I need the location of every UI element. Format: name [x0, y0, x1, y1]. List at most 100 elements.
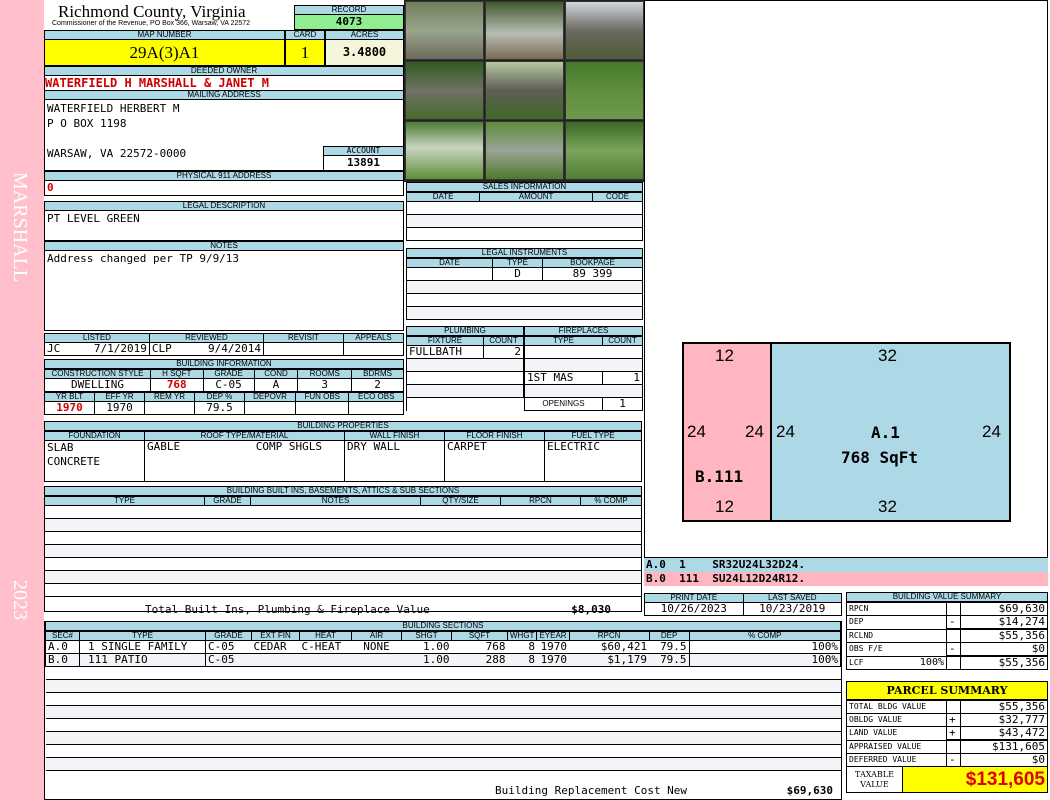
roof-material: COMP SHGLS	[255, 440, 322, 453]
rpcn-value: $69,630	[960, 602, 1048, 616]
section-air: NONE	[351, 640, 402, 654]
owner-section: DEEDED OWNER WATERFIELD H MARSHALL & JAN…	[44, 66, 404, 331]
section-sec: B.0	[45, 653, 80, 667]
section-sec: A.0	[45, 640, 80, 654]
section-whgt: 8	[507, 653, 537, 667]
openings-label: OPENINGS	[524, 397, 603, 411]
openings-value: 1	[602, 397, 643, 411]
mailing-line2: P O BOX 1198	[47, 117, 127, 130]
legal-label: LEGAL DESCRIPTION	[44, 201, 404, 211]
fixture-count: 2	[483, 345, 524, 359]
fixture: FULLBATH	[406, 345, 484, 359]
section-sqft: 288	[451, 653, 508, 667]
appraised-value: $131,605	[960, 739, 1048, 754]
obldg-label: OBLDG VALUE	[846, 713, 947, 727]
legend-code: 111	[679, 572, 699, 585]
rclnd-value: $55,356	[960, 628, 1048, 643]
mailing-line1: WATERFIELD HERBERT M	[47, 102, 180, 115]
property-photo[interactable]	[485, 61, 564, 120]
plumbing-label: PLUMBING	[406, 326, 524, 336]
land-label: LAND VALUE	[846, 726, 947, 741]
property-photo[interactable]	[565, 1, 644, 60]
taxable-row: TAXABLE VALUE $131,605	[846, 767, 1048, 793]
rem-year	[144, 401, 195, 415]
year-side-label: 2023	[9, 580, 31, 620]
legend-row-b: B.0 111 SU24L12D24R12.	[644, 572, 1048, 586]
value-summary-label: BUILDING VALUE SUMMARY	[846, 592, 1048, 602]
side-strip: MARSHALL 2023	[0, 0, 44, 800]
appeals-value	[343, 342, 404, 356]
sketch-area[interactable]: 12 24 24 B.111 12 32 24 24 A.1 768 SqFt …	[644, 0, 1048, 558]
appeals-label: APPEALS	[343, 333, 404, 343]
owner-label: DEEDED OWNER	[44, 66, 404, 76]
account-value: 13891	[323, 156, 404, 171]
sketch-area-a: 768 SqFt	[841, 448, 919, 467]
built-ins: BUILDING BUILT INS, BASEMENTS, ATTICS & …	[44, 486, 642, 616]
sketch-legend: A.0 1 SR32U24L32D24. B.0 111 SU24L12D24R…	[644, 558, 1048, 586]
property-photo[interactable]	[485, 1, 564, 60]
section-ext-fin: CEDAR	[251, 640, 300, 654]
fireplaces-label: FIREPLACES	[524, 326, 643, 336]
section-row: A.0 1 SINGLE FAMILY C-05 CEDAR C-HEAT NONE 1.0…	[45, 640, 842, 654]
mailing-line3: WARSAW, VA 22572-0000	[47, 147, 187, 160]
section-comp: 100%	[688, 653, 842, 667]
wall-finish: DRY WALL	[344, 440, 445, 482]
dep-pct: 79.5	[194, 401, 245, 415]
plumbing: PLUMBING FIXTURE COUNT FULLBATH 2	[406, 326, 524, 411]
legend-path: SR32U24L32D24.	[712, 558, 805, 571]
property-photo[interactable]	[405, 61, 484, 120]
section-heat	[299, 653, 352, 667]
th-code: CODE	[592, 192, 643, 202]
section-row: B.0 111 PATIO C-05 1.00 288 8 1970 $1,179 79.5 10…	[45, 653, 842, 667]
fireplaces: FIREPLACES TYPE COUNT 1ST MAS 1 OPENINGS 1	[524, 326, 643, 411]
th-fp-count: COUNT	[602, 336, 643, 346]
card-number: 1	[285, 40, 325, 66]
th-depovr: DEPOVR	[243, 392, 297, 402]
th-type: TYPE	[44, 496, 205, 506]
property-photo[interactable]	[405, 1, 484, 60]
year-built: 1970	[44, 401, 95, 415]
map-row: MAP NUMBER 29A(3)A1 CARD 1 ACRES 3.4800	[44, 30, 404, 66]
legal-value: PT LEVEL GREEN	[44, 211, 404, 241]
sales-info: SALES INFORMATION DATE AMOUNT CODE	[405, 182, 643, 241]
th-amount: AMOUNT	[479, 192, 593, 202]
section-row	[45, 679, 841, 693]
lcf-value: $55,356	[960, 655, 1048, 670]
grade: C-05	[202, 378, 255, 392]
deferred-label: DEFERRED VALUE	[846, 753, 947, 767]
dep-sign: -	[946, 615, 961, 630]
county-title: Richmond County, Virginia	[58, 2, 246, 21]
reviewed-by: CLP	[148, 342, 184, 356]
record-value: 4073	[294, 15, 404, 30]
obldg-value: $32,777	[960, 713, 1048, 727]
lcf-label: LCF	[849, 657, 864, 667]
last-saved: 10/23/2019	[742, 602, 842, 616]
building-sections: BUILDING SECTIONS SEC# TYPE GRADE EXT FIN HE…	[44, 621, 842, 800]
property-photo[interactable]	[565, 61, 644, 120]
property-photo[interactable]	[405, 121, 484, 180]
section-eyear: 1970	[536, 653, 570, 667]
section-row	[45, 744, 841, 758]
property-photo[interactable]	[565, 121, 644, 180]
county-subtitle: Commissioner of the Revenue, PO Box 366,…	[52, 20, 251, 27]
section-air	[351, 653, 402, 667]
condition: A	[253, 378, 299, 392]
listing-table: LISTED REVIEWED REVISIT APPEALS JC 7/1/2019 C…	[44, 333, 404, 356]
fun-obs	[295, 401, 350, 415]
map-label: MAP NUMBER	[44, 30, 285, 40]
revisit-value	[263, 342, 344, 356]
dim-a-bottom: 32	[878, 497, 897, 516]
building-info: BUILDING INFORMATION CONSTRUCTION STYLE H…	[44, 359, 404, 415]
dim-b-left: 24	[687, 422, 706, 441]
replacement-cost-label: Building Replacement Cost New	[495, 784, 688, 797]
building-info-label: BUILDING INFORMATION	[44, 359, 404, 369]
property-photo[interactable]	[485, 121, 564, 180]
section-rpcn: $60,421	[569, 640, 650, 654]
photo-gallery[interactable]	[404, 0, 646, 182]
notes-value: Address changed per TP 9/9/13	[44, 251, 404, 331]
total-bldg-value: $55,356	[960, 700, 1048, 714]
record-label: RECORD	[294, 5, 404, 15]
legend-code: 1	[679, 558, 686, 571]
eff-year: 1970	[94, 401, 145, 415]
eco-obs	[348, 401, 404, 415]
